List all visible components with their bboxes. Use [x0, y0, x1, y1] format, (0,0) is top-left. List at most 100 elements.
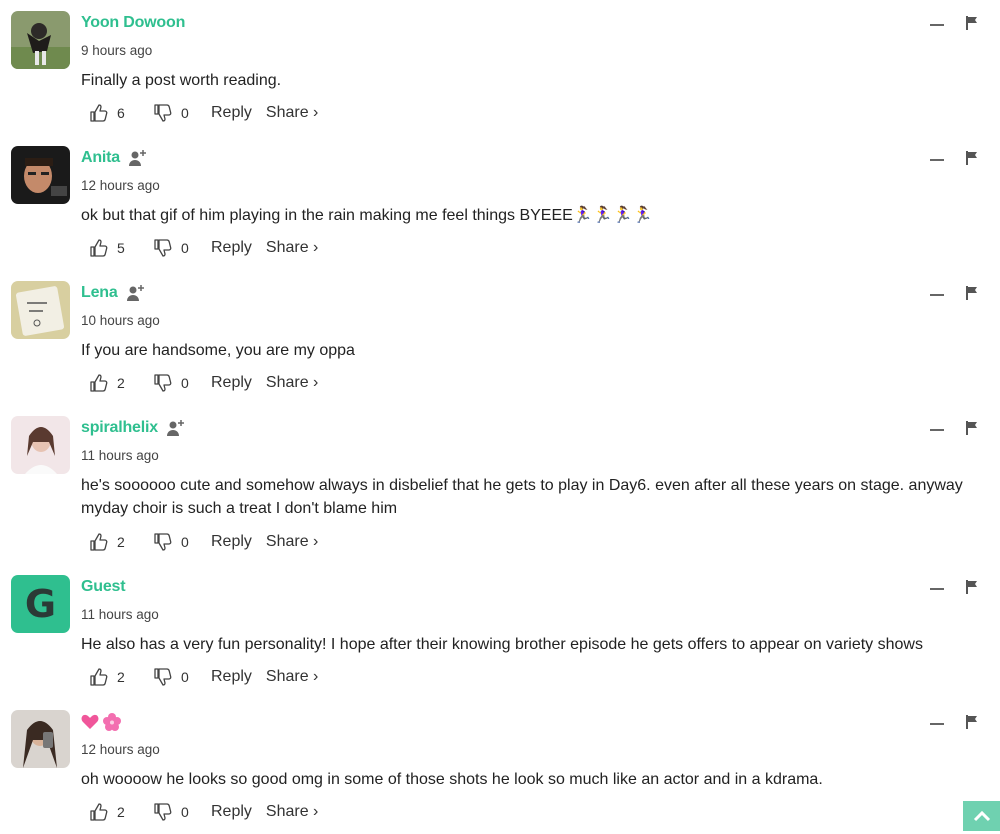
- timestamp[interactable]: 11 hours ago: [81, 607, 159, 622]
- thumbs-down-icon[interactable]: [153, 103, 173, 123]
- minimize-icon[interactable]: [930, 294, 944, 296]
- comment-header: spiralhelix: [81, 419, 186, 437]
- comment-tools: [930, 421, 978, 435]
- comment-header: Yoon Dowoon: [81, 14, 185, 32]
- thumbs-down-icon[interactable]: [153, 238, 173, 258]
- blossom-icon: [103, 713, 121, 731]
- share-button[interactable]: Share ›: [266, 803, 318, 821]
- share-button[interactable]: Share ›: [266, 104, 318, 122]
- like-count: 5: [117, 240, 125, 256]
- avatar[interactable]: [11, 710, 70, 768]
- comment: 12 hours ago oh woooow he looks so good …: [0, 699, 1000, 834]
- reply-button[interactable]: Reply: [211, 374, 252, 392]
- flag-icon[interactable]: [966, 151, 978, 165]
- comment: Anita 12 hours ago ok but that gif of hi…: [0, 135, 1000, 270]
- thumbs-up-icon[interactable]: [89, 238, 109, 258]
- share-button[interactable]: Share ›: [266, 668, 318, 686]
- avatar[interactable]: [11, 281, 70, 339]
- minimize-icon[interactable]: [930, 588, 944, 590]
- dislike-count: 0: [181, 105, 189, 121]
- comment-header: Anita: [81, 149, 148, 167]
- minimize-icon[interactable]: [930, 429, 944, 431]
- heart-icon: [81, 714, 99, 729]
- reply-button[interactable]: Reply: [211, 533, 252, 551]
- thumbs-down-icon[interactable]: [153, 532, 173, 552]
- like-count: 2: [117, 669, 125, 685]
- avatar[interactable]: [11, 146, 70, 204]
- thumbs-up-icon[interactable]: [89, 373, 109, 393]
- comment: Yoon Dowoon 9 hours ago Finally a post w…: [0, 0, 1000, 135]
- minimize-icon[interactable]: [930, 159, 944, 161]
- like-count: 2: [117, 375, 125, 391]
- thumbs-down-icon[interactable]: [153, 667, 173, 687]
- add-user-icon[interactable]: [166, 419, 186, 437]
- thumbs-down-icon[interactable]: [153, 802, 173, 822]
- comment-text: Finally a post worth reading.: [81, 72, 282, 89]
- comment-text: If you are handsome, you are my oppa: [81, 342, 355, 359]
- flag-icon[interactable]: [966, 580, 978, 594]
- like-count: 2: [117, 534, 125, 550]
- username[interactable]: spiralhelix: [81, 419, 158, 437]
- timestamp[interactable]: 12 hours ago: [81, 178, 160, 193]
- share-button[interactable]: Share ›: [266, 374, 318, 392]
- comment-text: oh woooow he looks so good omg in some o…: [81, 771, 823, 788]
- minimize-icon[interactable]: [930, 723, 944, 725]
- comment-header: Lena: [81, 284, 146, 302]
- dislike-count: 0: [181, 534, 189, 550]
- reply-button[interactable]: Reply: [211, 239, 252, 257]
- comment-tools: [930, 16, 978, 30]
- comment-text: he's soooooo cute and somehow always in …: [81, 477, 963, 517]
- dislike-count: 0: [181, 804, 189, 820]
- share-button[interactable]: Share ›: [266, 533, 318, 551]
- timestamp[interactable]: 11 hours ago: [81, 448, 159, 463]
- avatar[interactable]: [11, 416, 70, 474]
- comment-tools: [930, 580, 978, 594]
- comment-tools: [930, 151, 978, 165]
- comment-list: Yoon Dowoon 9 hours ago Finally a post w…: [0, 0, 1000, 834]
- avatar-letter: G: [11, 575, 70, 633]
- add-user-icon[interactable]: [126, 284, 146, 302]
- comment-actions: 2 0 Reply Share ›: [89, 802, 318, 822]
- timestamp[interactable]: 9 hours ago: [81, 43, 152, 58]
- add-user-icon[interactable]: [128, 149, 148, 167]
- dislike-count: 0: [181, 240, 189, 256]
- comment-tools: [930, 715, 978, 729]
- chevron-up-icon: [973, 810, 990, 822]
- username[interactable]: Anita: [81, 149, 120, 167]
- comment-header: Guest: [81, 578, 126, 596]
- reply-button[interactable]: Reply: [211, 668, 252, 686]
- dislike-count: 0: [181, 375, 189, 391]
- comment-tools: [930, 286, 978, 300]
- flag-icon[interactable]: [966, 421, 978, 435]
- username[interactable]: Guest: [81, 578, 126, 596]
- comment-text: ok but that gif of him playing in the ra…: [81, 207, 653, 224]
- comment: G Guest 11 hours ago He also has a very …: [0, 564, 1000, 699]
- username[interactable]: [81, 713, 121, 731]
- comment-actions: 2 0 Reply Share ›: [89, 667, 318, 687]
- comment-actions: 6 0 Reply Share ›: [89, 103, 318, 123]
- thumbs-up-icon[interactable]: [89, 667, 109, 687]
- avatar[interactable]: G: [11, 575, 70, 633]
- comment-actions: 2 0 Reply Share ›: [89, 373, 318, 393]
- share-button[interactable]: Share ›: [266, 239, 318, 257]
- minimize-icon[interactable]: [930, 24, 944, 26]
- flag-icon[interactable]: [966, 16, 978, 30]
- like-count: 2: [117, 804, 125, 820]
- flag-icon[interactable]: [966, 715, 978, 729]
- timestamp[interactable]: 10 hours ago: [81, 313, 160, 328]
- comment: Lena 10 hours ago If you are handsome, y…: [0, 270, 1000, 405]
- reply-button[interactable]: Reply: [211, 803, 252, 821]
- avatar[interactable]: [11, 11, 70, 69]
- username[interactable]: Lena: [81, 284, 118, 302]
- thumbs-down-icon[interactable]: [153, 373, 173, 393]
- reply-button[interactable]: Reply: [211, 104, 252, 122]
- scroll-to-top-button[interactable]: [963, 801, 1000, 831]
- thumbs-up-icon[interactable]: [89, 532, 109, 552]
- username[interactable]: Yoon Dowoon: [81, 14, 185, 32]
- comment-header: [81, 713, 121, 731]
- comment-actions: 2 0 Reply Share ›: [89, 532, 318, 552]
- flag-icon[interactable]: [966, 286, 978, 300]
- thumbs-up-icon[interactable]: [89, 802, 109, 822]
- thumbs-up-icon[interactable]: [89, 103, 109, 123]
- timestamp[interactable]: 12 hours ago: [81, 742, 160, 757]
